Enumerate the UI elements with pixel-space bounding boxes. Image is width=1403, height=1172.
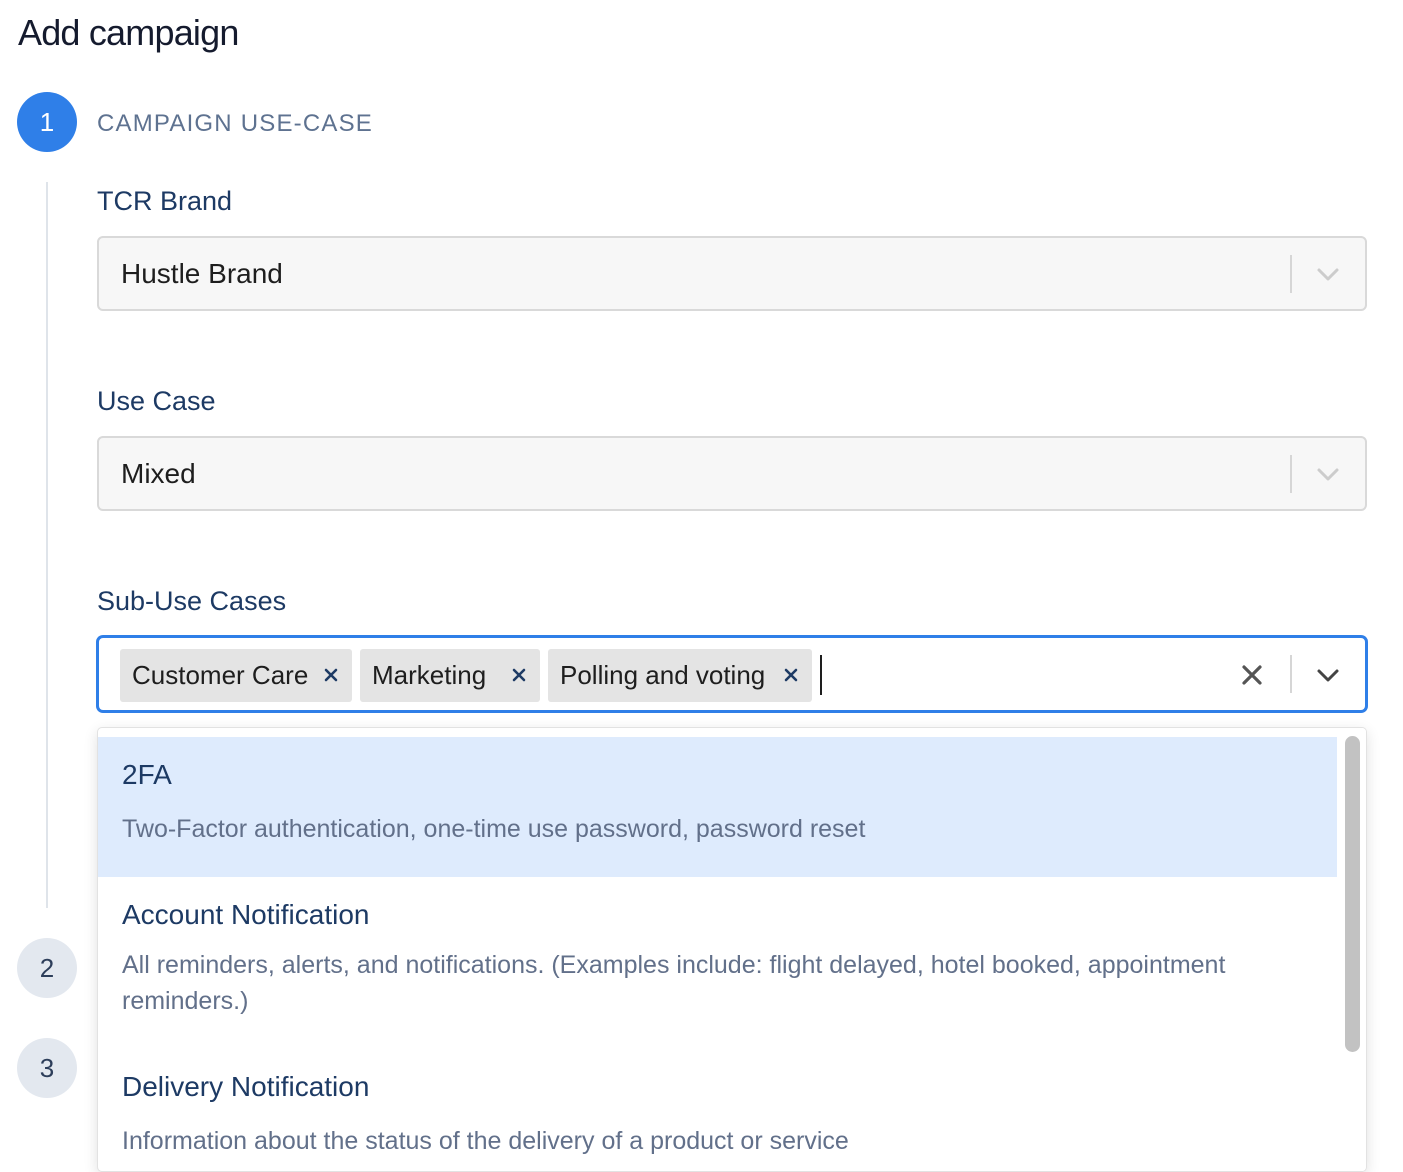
step-1-indicator: 1 [17, 92, 77, 152]
chip-label: Customer Care [132, 660, 309, 690]
chevron-down-icon[interactable] [1315, 261, 1341, 287]
option-2fa[interactable]: 2FA Two-Factor authentication, one-time … [98, 737, 1339, 877]
close-icon[interactable] [1239, 662, 1265, 688]
page-title: Add campaign [18, 12, 239, 53]
option-title: 2FA [122, 759, 172, 790]
option-description: All reminders, alerts, and notifications… [122, 951, 1226, 1015]
step-1-number: 1 [39, 106, 55, 137]
sub-use-cases-multiselect[interactable]: Customer Care Marketing Polling and voti… [97, 636, 1367, 712]
chip-marketing: Marketing [360, 649, 540, 702]
chip-label: Polling and voting [560, 660, 766, 690]
step-3-number: 3 [39, 1052, 55, 1083]
option-title: Delivery Notification [122, 1071, 370, 1102]
select-separator [1290, 655, 1292, 693]
option-title: Account Notification [122, 899, 370, 930]
chip-label: Marketing [372, 660, 487, 690]
chip-polling-and-voting: Polling and voting [548, 649, 812, 702]
use-case-label: Use Case [97, 386, 216, 416]
option-description: Two-Factor authentication, one-time use … [122, 815, 866, 843]
close-icon[interactable] [780, 663, 802, 687]
option-list: 2FA Two-Factor authentication, one-time … [98, 737, 1339, 1171]
use-case-select[interactable]: Mixed [97, 436, 1367, 511]
sub-use-cases-label: Sub-Use Cases [97, 586, 287, 616]
scrollbar-thumb[interactable] [1345, 736, 1360, 1052]
select-separator [1290, 255, 1292, 293]
select-separator [1290, 455, 1292, 493]
chevron-down-icon[interactable] [1315, 461, 1341, 487]
tcr-brand-value: Hustle Brand [121, 258, 283, 289]
chip-customer-care: Customer Care [120, 649, 352, 702]
scrollbar[interactable] [1337, 728, 1366, 1171]
step-connector-line [46, 182, 48, 908]
tcr-brand-select[interactable]: Hustle Brand [97, 236, 1367, 311]
option-description: Information about the status of the deli… [122, 1127, 849, 1155]
use-case-value: Mixed [121, 458, 196, 489]
tcr-brand-label: TCR Brand [97, 186, 233, 216]
sub-use-cases-dropdown-menu: 2FA Two-Factor authentication, one-time … [97, 727, 1367, 1172]
step-2-number: 2 [39, 952, 55, 983]
close-icon[interactable] [508, 663, 530, 687]
step-3-indicator[interactable]: 3 [17, 1038, 77, 1098]
text-cursor [820, 655, 822, 695]
option-delivery-notification[interactable]: Delivery Notification Information about … [98, 1049, 1339, 1171]
close-icon[interactable] [320, 663, 342, 687]
chevron-down-icon[interactable] [1315, 662, 1341, 688]
step-1-title: CAMPAIGN USE-CASE [97, 110, 373, 137]
step-2-indicator[interactable]: 2 [17, 938, 77, 998]
option-account-notification[interactable]: Account Notification All reminders, aler… [98, 877, 1339, 1049]
